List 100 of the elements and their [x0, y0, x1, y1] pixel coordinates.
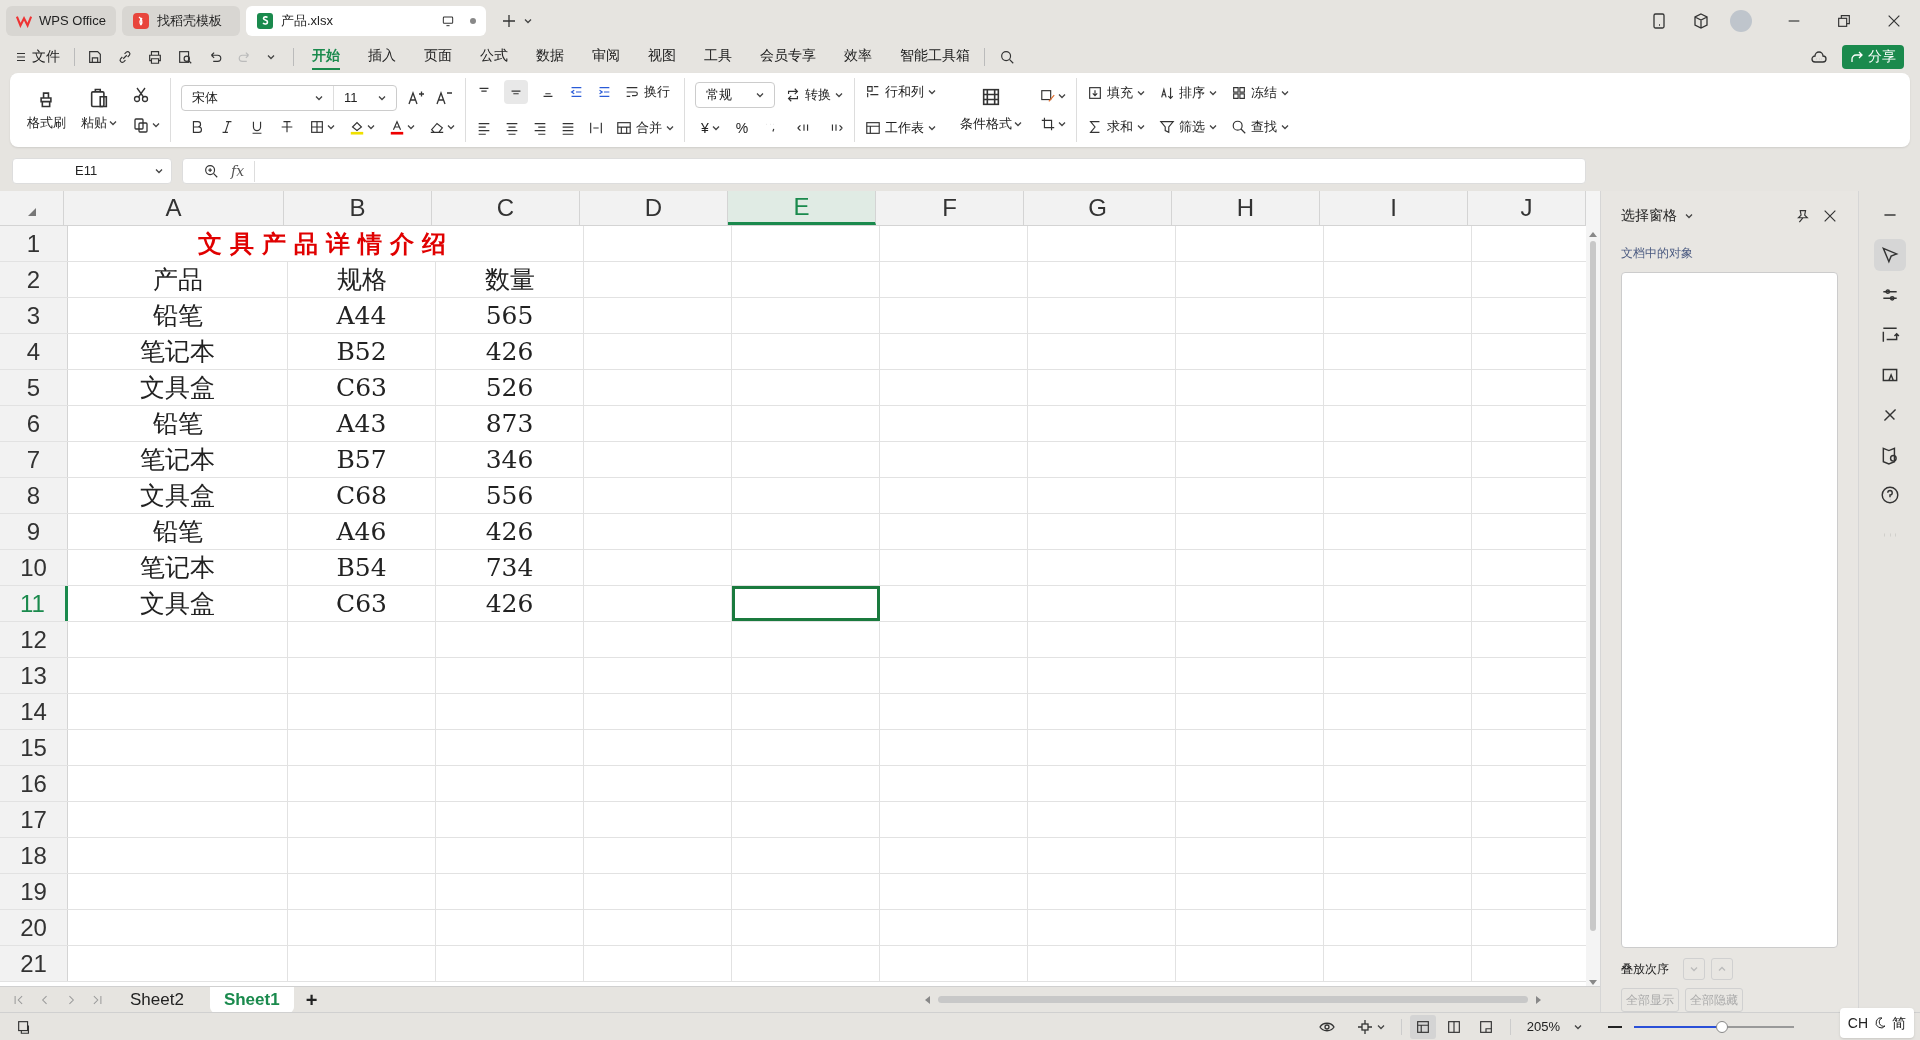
- row-header[interactable]: 21: [0, 946, 68, 981]
- distribute-icon[interactable]: [588, 120, 604, 136]
- zoom-icon[interactable]: [203, 163, 219, 179]
- column-header[interactable]: G: [1024, 191, 1172, 225]
- column-header[interactable]: A: [64, 191, 284, 225]
- align-right-icon[interactable]: [532, 120, 548, 136]
- restore-icon[interactable]: [1836, 12, 1852, 29]
- select-all-icon[interactable]: [26, 207, 37, 217]
- row-header[interactable]: 15: [0, 730, 68, 765]
- justify-icon[interactable]: [560, 120, 576, 136]
- decrease-font-icon[interactable]: [435, 89, 453, 107]
- horizontal-scrollbar[interactable]: [938, 996, 1528, 1003]
- help-icon[interactable]: [1879, 485, 1900, 505]
- row-header[interactable]: 1: [0, 226, 68, 261]
- zoom-slider[interactable]: [1634, 1020, 1794, 1033]
- ribbon-tab[interactable]: 数据: [536, 44, 564, 70]
- row-header[interactable]: 11: [0, 586, 68, 621]
- column-header[interactable]: F: [876, 191, 1024, 225]
- ribbon-tab[interactable]: 插入: [368, 44, 396, 70]
- filter-icon[interactable]: [1159, 119, 1176, 135]
- row-header[interactable]: 9: [0, 514, 68, 549]
- number-format-select[interactable]: 常规: [695, 81, 775, 108]
- font-color-icon[interactable]: [389, 119, 405, 135]
- convert-button[interactable]: 转换: [785, 82, 843, 107]
- merge-cells-icon[interactable]: [616, 120, 632, 136]
- document-tab[interactable]: 找稻壳模板: [122, 5, 240, 36]
- row-header[interactable]: 7: [0, 442, 68, 477]
- ribbon-tab[interactable]: 公式: [480, 44, 508, 70]
- format-painter-button[interactable]: 格式刷: [24, 87, 68, 133]
- row-header[interactable]: 2: [0, 262, 68, 297]
- crop-icon[interactable]: [1040, 116, 1057, 132]
- ribbon-tab[interactable]: 会员专享: [760, 44, 816, 70]
- document-tab[interactable]: WPS Office: [6, 5, 116, 36]
- convert-icon[interactable]: [785, 86, 801, 103]
- clipboard-icon[interactable]: [88, 87, 110, 110]
- row-header[interactable]: 16: [0, 766, 68, 801]
- wrap-text-icon[interactable]: [624, 84, 640, 100]
- sheet-tab[interactable]: Sheet1: [209, 986, 294, 1012]
- increase-font-icon[interactable]: [407, 89, 425, 107]
- save-icon[interactable]: [87, 49, 103, 65]
- ribbon-tab[interactable]: 智能工具箱: [900, 44, 970, 70]
- cell-style-icon[interactable]: [1040, 88, 1057, 104]
- search-button[interactable]: 查找: [1231, 115, 1290, 139]
- row-header[interactable]: 8: [0, 478, 68, 513]
- column-header[interactable]: H: [1172, 191, 1320, 225]
- share-button[interactable]: 分享: [1842, 45, 1904, 69]
- sort-button[interactable]: 排序: [1159, 81, 1218, 105]
- rows-columns-button[interactable]: 行和列: [865, 80, 937, 104]
- fill-icon[interactable]: [1087, 85, 1104, 101]
- ribbon-tab[interactable]: 页面: [424, 44, 452, 70]
- row-header[interactable]: 19: [0, 874, 68, 909]
- scroll-left-icon[interactable]: [924, 995, 930, 1004]
- align-center-icon[interactable]: [504, 120, 520, 136]
- strikethrough-icon[interactable]: [279, 119, 295, 135]
- column-header[interactable]: I: [1320, 191, 1468, 225]
- normal-view-icon[interactable]: [1414, 1018, 1431, 1035]
- row-header[interactable]: 13: [0, 658, 68, 693]
- column-header[interactable]: B: [284, 191, 432, 225]
- copy-icon[interactable]: [132, 116, 150, 134]
- fill-button[interactable]: 填充: [1087, 81, 1146, 105]
- link-icon[interactable]: [117, 49, 133, 65]
- pointer-icon[interactable]: [1879, 245, 1900, 265]
- percent-button[interactable]: %: [735, 117, 749, 139]
- row-header[interactable]: 4: [0, 334, 68, 369]
- decrease-indent-icon[interactable]: [568, 84, 584, 100]
- input-method-indicator[interactable]: CH 简: [1839, 1008, 1914, 1038]
- move-icon[interactable]: [1355, 1017, 1374, 1036]
- worksheet-icon[interactable]: [865, 120, 882, 136]
- search-icon[interactable]: [999, 49, 1015, 65]
- freeze-icon[interactable]: [1231, 85, 1248, 101]
- sum-button[interactable]: 求和: [1087, 115, 1146, 139]
- sort-icon[interactable]: [1159, 85, 1176, 101]
- row-header[interactable]: 5: [0, 370, 68, 405]
- borders-icon[interactable]: [309, 119, 325, 135]
- row-header[interactable]: 18: [0, 838, 68, 873]
- page-view-icon[interactable]: [1445, 1018, 1462, 1035]
- formula-input[interactable]: fx: [182, 158, 1586, 184]
- column-header[interactable]: C: [432, 191, 580, 225]
- ribbon-tab[interactable]: 审阅: [592, 44, 620, 70]
- row-header[interactable]: 10: [0, 550, 68, 585]
- row-header[interactable]: 20: [0, 910, 68, 945]
- row-header[interactable]: 3: [0, 298, 68, 333]
- wrap-text-button[interactable]: 换行: [624, 80, 670, 104]
- tablet-icon[interactable]: [1650, 11, 1668, 30]
- align-left-icon[interactable]: [476, 120, 492, 136]
- scroll-up-icon[interactable]: [1589, 231, 1597, 237]
- fill-color-icon[interactable]: [349, 119, 365, 135]
- row-header[interactable]: 14: [0, 694, 68, 729]
- page-break-icon[interactable]: [1477, 1018, 1494, 1035]
- function-label[interactable]: fx: [231, 160, 256, 182]
- scroll-right-icon[interactable]: [1536, 995, 1542, 1004]
- increase-indent-icon[interactable]: [596, 84, 612, 100]
- macro-icon[interactable]: [16, 1018, 32, 1035]
- monitor-icon[interactable]: [441, 13, 455, 28]
- selected-cell[interactable]: [732, 586, 880, 621]
- zoom-out-icon[interactable]: [1608, 1024, 1622, 1029]
- ribbon-tab[interactable]: 效率: [844, 44, 872, 70]
- worksheet-button[interactable]: 工作表: [865, 116, 937, 140]
- paste-button[interactable]: 粘贴: [74, 87, 124, 133]
- cloud-icon[interactable]: [1810, 48, 1828, 66]
